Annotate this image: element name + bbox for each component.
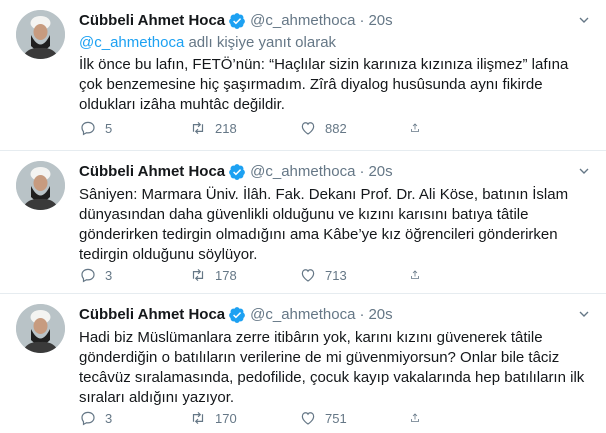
like-count: 882 bbox=[325, 120, 347, 136]
reply-button[interactable]: 3 bbox=[79, 409, 189, 427]
avatar[interactable] bbox=[16, 10, 65, 59]
author-name[interactable]: Cübbeli Ahmet Hoca bbox=[79, 305, 225, 325]
author-name[interactable]: Cübbeli Ahmet Hoca bbox=[79, 162, 225, 182]
tweet-actions: 3 170 751 bbox=[79, 409, 429, 427]
reply-icon bbox=[81, 268, 95, 283]
verified-badge-icon bbox=[229, 13, 246, 29]
verified-badge-icon bbox=[229, 307, 246, 323]
heart-icon bbox=[301, 412, 315, 425]
like-count: 713 bbox=[325, 267, 347, 283]
chevron-down-icon[interactable] bbox=[576, 12, 592, 28]
share-icon bbox=[411, 270, 419, 279]
reply-button[interactable]: 5 bbox=[79, 119, 189, 137]
retweet-icon bbox=[192, 268, 204, 282]
reply-count: 3 bbox=[105, 410, 113, 426]
retweet-count: 178 bbox=[215, 267, 237, 283]
share-icon bbox=[411, 123, 419, 132]
like-count: 751 bbox=[325, 410, 347, 426]
avatar[interactable] bbox=[16, 304, 65, 353]
like-button[interactable]: 713 bbox=[299, 266, 409, 284]
share-button[interactable] bbox=[409, 266, 429, 284]
separator-dot: · bbox=[359, 163, 365, 180]
tweet-text: İlk önce bu lafın, FETÖ’nün: “Haçlılar s… bbox=[79, 56, 569, 113]
heart-icon bbox=[301, 122, 315, 135]
timestamp[interactable]: 20s bbox=[368, 305, 392, 325]
reply-count: 5 bbox=[105, 120, 113, 136]
heart-icon bbox=[301, 269, 315, 282]
reply-context: @c_ahmethoca adlı kişiye yanıt olarak bbox=[79, 33, 594, 53]
tweet-actions: 3 178 713 bbox=[79, 266, 429, 284]
like-button[interactable]: 882 bbox=[299, 119, 409, 137]
reply-count: 3 bbox=[105, 267, 113, 283]
reply-to-label: adlı kişiye yanıt olarak bbox=[184, 34, 337, 51]
author-handle[interactable]: @c_ahmethoca bbox=[250, 11, 355, 31]
reply-button[interactable]: 3 bbox=[79, 266, 189, 284]
retweet-button[interactable]: 218 bbox=[189, 119, 299, 137]
retweet-count: 170 bbox=[215, 410, 237, 426]
share-icon bbox=[411, 413, 419, 422]
like-button[interactable]: 751 bbox=[299, 409, 409, 427]
retweet-button[interactable]: 170 bbox=[189, 409, 299, 427]
retweet-count: 218 bbox=[215, 120, 237, 136]
timestamp[interactable]: 20s bbox=[368, 162, 392, 182]
reply-to-handle-link[interactable]: @c_ahmethoca bbox=[79, 34, 184, 51]
retweet-icon bbox=[192, 121, 204, 135]
author-handle[interactable]: @c_ahmethoca bbox=[250, 305, 355, 325]
tweet-text: Hadi biz Müslümanlara zerre itibârın yok… bbox=[79, 329, 585, 406]
separator-dot: · bbox=[359, 12, 365, 29]
tweet-actions: 5 218 882 bbox=[79, 119, 429, 137]
retweet-button[interactable]: 178 bbox=[189, 266, 299, 284]
tweet[interactable]: Cübbeli Ahmet Hoca @c_ahmethoca · 20s Sâ… bbox=[0, 151, 606, 294]
chevron-down-icon[interactable] bbox=[576, 163, 592, 179]
separator-dot: · bbox=[359, 306, 365, 323]
tweet-text: Sâniyen: Marmara Üniv. İlâh. Fak. Dekanı… bbox=[79, 186, 569, 263]
timestamp[interactable]: 20s bbox=[368, 11, 392, 31]
author-handle[interactable]: @c_ahmethoca bbox=[250, 162, 355, 182]
reply-icon bbox=[81, 411, 95, 426]
tweet[interactable]: Cübbeli Ahmet Hoca @c_ahmethoca · 20s @c… bbox=[0, 0, 606, 151]
author-name[interactable]: Cübbeli Ahmet Hoca bbox=[79, 11, 225, 31]
retweet-icon bbox=[192, 411, 204, 425]
avatar[interactable] bbox=[16, 161, 65, 210]
chevron-down-icon[interactable] bbox=[576, 306, 592, 322]
verified-badge-icon bbox=[229, 164, 246, 180]
reply-icon bbox=[81, 121, 95, 136]
tweet[interactable]: Cübbeli Ahmet Hoca @c_ahmethoca · 20s Ha… bbox=[0, 294, 606, 433]
share-button[interactable] bbox=[409, 119, 429, 137]
share-button[interactable] bbox=[409, 409, 429, 427]
